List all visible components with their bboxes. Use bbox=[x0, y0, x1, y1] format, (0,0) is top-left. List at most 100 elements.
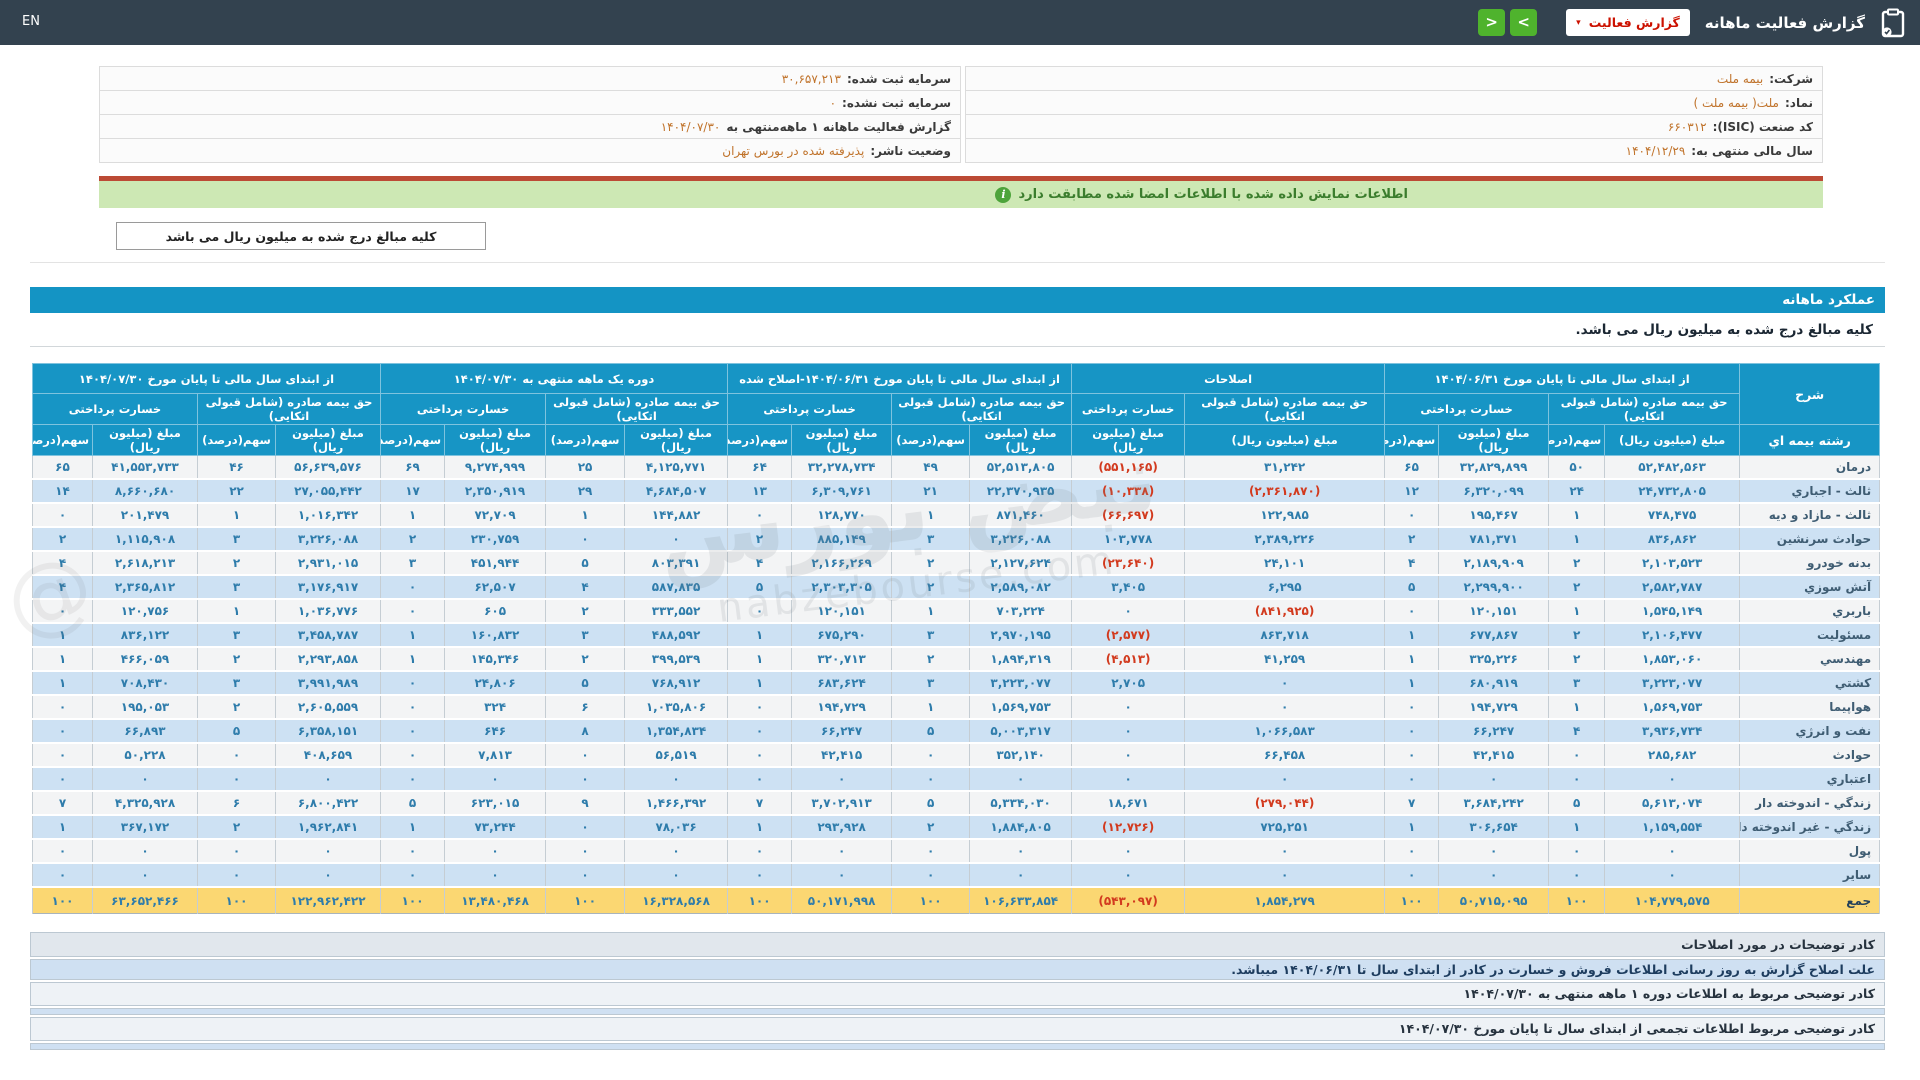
info-label: وضعیت ناشر: bbox=[870, 143, 951, 158]
info-value: بیمه ملت bbox=[1716, 71, 1764, 86]
column-header: سهم(درصد) bbox=[1548, 424, 1606, 456]
table-cell: ۰ bbox=[197, 839, 277, 864]
table-cell: ۰ bbox=[380, 719, 446, 744]
table-cell: ۱ bbox=[1548, 527, 1606, 552]
info-label: سرمایه ثبت نشده: bbox=[842, 95, 951, 110]
next-report-button[interactable]: > bbox=[1478, 9, 1506, 36]
table-cell: ۰ bbox=[1071, 599, 1186, 624]
table-cell: ۱ bbox=[380, 815, 446, 840]
table-cell: ۰ bbox=[624, 527, 729, 552]
table-cell: ۰ bbox=[1604, 839, 1741, 864]
table-cell: ۲,۹۷۰,۱۹۵ bbox=[969, 623, 1073, 648]
table-cell: ۰ bbox=[1384, 503, 1440, 528]
prev-report-button[interactable]: < bbox=[1510, 9, 1538, 36]
table-cell: ۰ bbox=[727, 599, 793, 624]
table-cell: ۸,۶۶۰,۶۸۰ bbox=[92, 479, 199, 504]
table-cell: ۱ bbox=[197, 599, 277, 624]
table-cell: ۰ bbox=[969, 767, 1073, 792]
row-label: درمان bbox=[1739, 455, 1881, 480]
table-cell: ۰ bbox=[1548, 743, 1606, 768]
column-header: حق بیمه صادره (شامل قبولی اتکایی) bbox=[891, 393, 1073, 425]
row-label: جمع bbox=[1739, 887, 1881, 914]
table-row: پول ۰ ۰ ۰ ۰ ۰ ۰ ۰ ۰ ۰ ۰ ۰ ۰ ۰ ۰ ۰ ۰ ۰ ۰ bbox=[31, 839, 1881, 864]
table-cell: ۱ bbox=[380, 647, 446, 672]
footnote-row: علت اصلاح گزارش به روز رسانی اطلاعات فرو… bbox=[30, 959, 1885, 980]
report-type-dropdown[interactable]: ▾ گزارش فعالیت bbox=[1566, 9, 1690, 36]
table-cell: ۲۸۵,۶۸۲ bbox=[1604, 743, 1741, 768]
table-cell: ۳۱,۲۴۲ bbox=[1184, 455, 1386, 480]
table-cell: ۰ bbox=[1184, 671, 1386, 696]
table-cell: ۶۶,۲۴۷ bbox=[1438, 719, 1550, 744]
table-cell: ۰ bbox=[380, 671, 446, 696]
table-row: کشتي ۳,۲۲۳,۰۷۷ ۳ ۶۸۰,۹۱۹ ۱ ۰ ۲,۷۰۵ ۳,۲۲۳,۰۷۷ ۳ ۶۸… bbox=[31, 671, 1881, 696]
column-header: از ابتدای سال مالی تا پایان مورخ ۱۴۰۴/۰۷… bbox=[31, 363, 382, 394]
top-bar-controls: > < ▾ گزارش فعالیت گزارش فعالیت ماهانه bbox=[1478, 0, 1906, 45]
table-cell: ۰ bbox=[31, 599, 94, 624]
row-label: زندگي - اندوخته دار bbox=[1739, 791, 1881, 816]
table-cell: ۶۴ bbox=[727, 455, 793, 480]
table-cell: ۰ bbox=[31, 743, 94, 768]
table-cell: ۲۹۳,۹۲۸ bbox=[791, 815, 893, 840]
table-cell: ۰ bbox=[31, 719, 94, 744]
table-cell: ۰ bbox=[545, 527, 626, 552]
table-cell: ۰ bbox=[1184, 695, 1386, 720]
table-cell: ۳,۲۲۶,۰۸۸ bbox=[969, 527, 1073, 552]
table-cell: ۱۳ bbox=[727, 479, 793, 504]
table-cell: ۳ bbox=[545, 623, 626, 648]
table-cell: ۷ bbox=[727, 791, 793, 816]
row-label: حوادث bbox=[1739, 743, 1881, 768]
table-cell: ۲۹ bbox=[545, 479, 626, 504]
table-cell: ۱ bbox=[1384, 623, 1440, 648]
column-header: مبلغ (میلیون ریال) bbox=[1438, 424, 1550, 456]
table-cell: ۱,۵۶۹,۷۵۳ bbox=[969, 695, 1073, 720]
table-cell: ۰ bbox=[1384, 767, 1440, 792]
table-cell: ۱ bbox=[545, 503, 626, 528]
table-cell: ۳ bbox=[891, 527, 971, 552]
table-cell: ۰ bbox=[1548, 767, 1606, 792]
table-cell: ۲,۳۰۳,۳۰۵ bbox=[791, 575, 893, 600]
table-cell: ۶ bbox=[197, 791, 277, 816]
table-cell: ۰ bbox=[545, 839, 626, 864]
table-row: بدنه خودرو ۲,۱۰۳,۵۲۳ ۲ ۲,۱۸۹,۹۰۹ ۴ ۲۴,۱۰۱ (۲۳,… bbox=[31, 551, 1881, 576]
info-value: ۳۰,۶۵۷,۲۱۳ bbox=[781, 71, 841, 86]
table-row: حوادث ۲۸۵,۶۸۲ ۰ ۴۲,۴۱۵ ۰ ۶۶,۴۵۸ ۰ ۳۵۲,۱۴۰ ۰ ۴۲,۴۱… bbox=[31, 743, 1881, 768]
info-row: سرمایه ثبت نشده: ۰ bbox=[99, 90, 961, 115]
info-row: سرمایه ثبت شده: ۳۰,۶۵۷,۲۱۳ bbox=[99, 66, 961, 91]
table-cell: ۱۴۵,۳۴۶ bbox=[444, 647, 547, 672]
table-cell: ۳۰۶,۶۵۴ bbox=[1438, 815, 1550, 840]
column-header: حق بیمه صادره (شامل قبولی اتکایی) bbox=[197, 393, 382, 425]
table-cell: ۱ bbox=[31, 623, 94, 648]
table-cell: ۰ bbox=[31, 863, 94, 888]
section-title: عملکرد ماهانه bbox=[30, 287, 1885, 313]
info-value: ۰ bbox=[829, 95, 837, 110]
table-cell: ۸۳۶,۱۲۲ bbox=[92, 623, 199, 648]
table-cell: ۶۲,۵۰۷ bbox=[444, 575, 547, 600]
table-cell: ۵ bbox=[891, 719, 971, 744]
table-cell: ۱۳,۴۸۰,۴۶۸ bbox=[444, 887, 547, 914]
performance-table: شرح از ابتدای سال مالی تا پایان مورخ ۱۴۰۴… bbox=[31, 363, 1881, 914]
table-cell: ۱ bbox=[1384, 815, 1440, 840]
table-cell: ۸۸۵,۱۴۹ bbox=[791, 527, 893, 552]
table-cell: ۴۲,۴۱۵ bbox=[791, 743, 893, 768]
column-header: خسارت پرداختی bbox=[380, 393, 547, 425]
column-header: سهم(درصد) bbox=[380, 424, 446, 456]
table-cell: ۳,۷۰۲,۹۱۳ bbox=[791, 791, 893, 816]
column-header: سهم(درصد) bbox=[1384, 424, 1440, 456]
row-label: پول bbox=[1739, 839, 1881, 864]
table-cell: ۶ bbox=[545, 695, 626, 720]
table-cell: ۳۲۰,۷۱۳ bbox=[791, 647, 893, 672]
table-cell: ۱ bbox=[31, 815, 94, 840]
column-header: از ابتدای سال مالی تا پایان مورخ ۱۴۰۴/۰۶… bbox=[1384, 363, 1741, 394]
table-cell: ۱ bbox=[1384, 671, 1440, 696]
table-cell: ۰ bbox=[92, 839, 199, 864]
table-cell: ۰ bbox=[1604, 863, 1741, 888]
table-cell: ۲ bbox=[1548, 623, 1606, 648]
table-cell: ۲,۳۶۵,۸۱۲ bbox=[92, 575, 199, 600]
language-toggle[interactable]: EN bbox=[22, 14, 40, 29]
table-cell: ۷۲۵,۲۵۱ bbox=[1184, 815, 1386, 840]
table-cell: ۱,۰۱۶,۳۴۲ bbox=[275, 503, 382, 528]
table-cell: ۳,۲۲۶,۰۸۸ bbox=[275, 527, 382, 552]
table-cell: ۱۰۰ bbox=[727, 887, 793, 914]
info-row: شرکت: بیمه ملت bbox=[965, 66, 1823, 91]
table-cell: ۵ bbox=[545, 551, 626, 576]
